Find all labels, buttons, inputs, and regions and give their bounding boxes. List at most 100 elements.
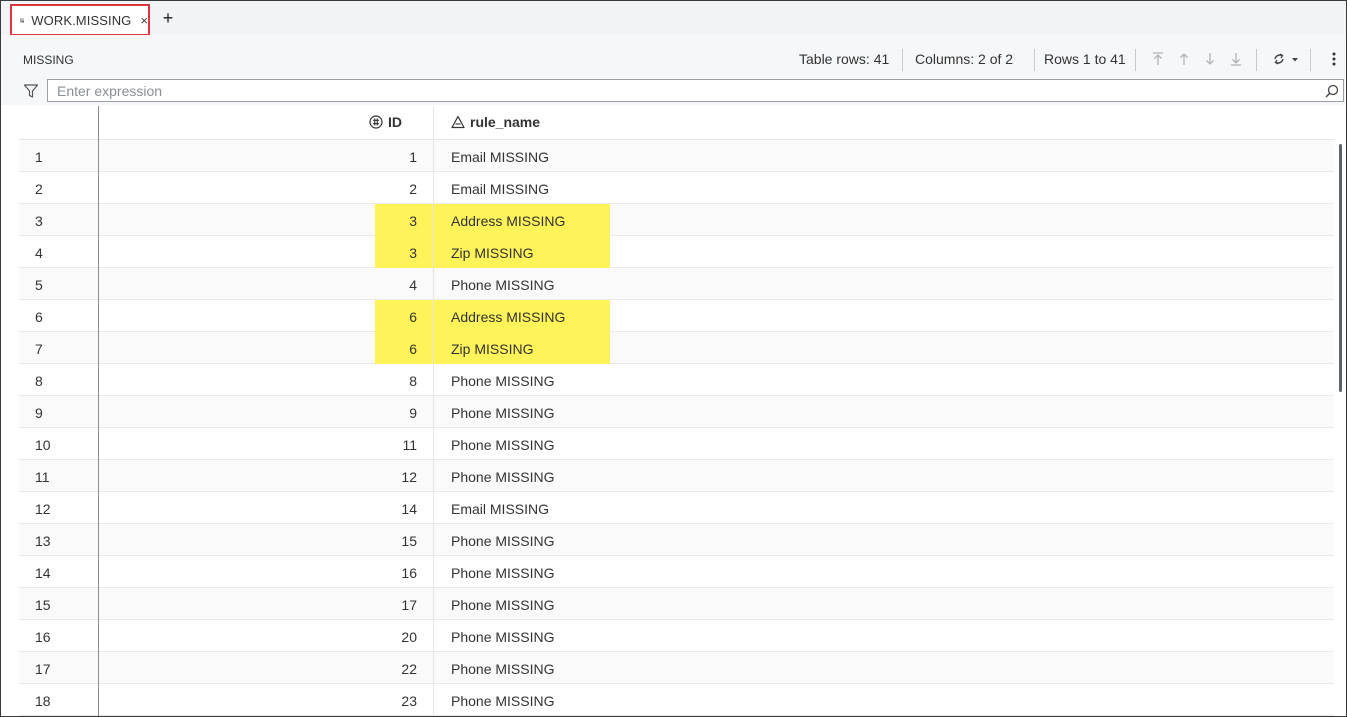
cell-id[interactable]: 9 <box>409 405 417 421</box>
row-number: 9 <box>35 405 43 421</box>
table-row[interactable]: 1 1 Email MISSING <box>19 140 1334 172</box>
cell-rule-name[interactable]: Phone MISSING <box>451 469 555 485</box>
column-header-label: ID <box>388 114 402 130</box>
table-row[interactable]: 3 3 Address MISSING <box>19 204 1334 236</box>
table-row[interactable]: 10 11 Phone MISSING <box>19 428 1334 460</box>
vertical-scrollbar[interactable] <box>1334 140 1346 716</box>
table-row[interactable]: 17 22 Phone MISSING <box>19 652 1334 684</box>
data-viewer-window: WORK.MISSING × + MISSING Table rows: 41 … <box>0 0 1347 717</box>
row-number: 18 <box>35 693 51 709</box>
row-number: 2 <box>35 181 43 197</box>
column-header-id[interactable]: ID <box>369 114 402 130</box>
cell-rule-name[interactable]: Phone MISSING <box>451 373 555 389</box>
toolbar-divider <box>1256 49 1257 71</box>
cell-id[interactable]: 15 <box>401 533 417 549</box>
next-row-icon[interactable] <box>1202 50 1218 68</box>
cell-rule-name[interactable]: Zip MISSING <box>451 245 533 261</box>
cell-id[interactable]: 22 <box>401 661 417 677</box>
data-grid: ID rule_name 1 1 Email MISSING 2 2 Email MISS… <box>19 106 1334 716</box>
cell-rule-name[interactable]: Email MISSING <box>451 149 549 165</box>
expression-input[interactable] <box>47 79 1344 102</box>
table-row[interactable]: 9 9 Phone MISSING <box>19 396 1334 428</box>
table-row[interactable]: 18 23 Phone MISSING <box>19 684 1334 716</box>
cell-id[interactable]: 3 <box>409 245 417 261</box>
character-column-icon <box>451 115 465 129</box>
row-number: 16 <box>35 629 51 645</box>
cell-id[interactable]: 16 <box>401 565 417 581</box>
table-row[interactable]: 15 17 Phone MISSING <box>19 588 1334 620</box>
cell-id[interactable]: 12 <box>401 469 417 485</box>
table-name: MISSING <box>23 53 74 67</box>
cell-rule-name[interactable]: Address MISSING <box>451 309 565 325</box>
row-number: 4 <box>35 245 43 261</box>
cell-rule-name[interactable]: Email MISSING <box>451 501 549 517</box>
cell-id[interactable]: 3 <box>409 213 417 229</box>
cell-rule-name[interactable]: Phone MISSING <box>451 629 555 645</box>
row-number: 13 <box>35 533 51 549</box>
toolbar-divider <box>902 49 903 71</box>
cell-id[interactable]: 2 <box>409 181 417 197</box>
cell-id[interactable]: 1 <box>409 149 417 165</box>
table-row[interactable]: 2 2 Email MISSING <box>19 172 1334 204</box>
first-row-icon[interactable] <box>1150 50 1166 68</box>
table-row[interactable]: 14 16 Phone MISSING <box>19 556 1334 588</box>
cell-rule-name[interactable]: Phone MISSING <box>451 693 555 709</box>
row-number: 12 <box>35 501 51 517</box>
table-row[interactable]: 5 4 Phone MISSING <box>19 268 1334 300</box>
cell-rule-name[interactable]: Phone MISSING <box>451 437 555 453</box>
columns-selector[interactable]: Columns: 2 of 2 <box>915 51 1013 67</box>
row-number: 5 <box>35 277 43 293</box>
table-row[interactable]: 12 14 Email MISSING <box>19 492 1334 524</box>
cell-rule-name[interactable]: Zip MISSING <box>451 341 533 357</box>
row-number: 6 <box>35 309 43 325</box>
previous-row-icon[interactable] <box>1176 50 1192 68</box>
table-row[interactable]: 16 20 Phone MISSING <box>19 620 1334 652</box>
tab-work-missing[interactable]: WORK.MISSING × <box>10 4 150 36</box>
cell-rule-name[interactable]: Phone MISSING <box>451 661 555 677</box>
row-number: 17 <box>35 661 51 677</box>
cell-rule-name[interactable]: Phone MISSING <box>451 565 555 581</box>
cell-id[interactable]: 8 <box>409 373 417 389</box>
row-number: 3 <box>35 213 43 229</box>
column-divider <box>433 106 434 716</box>
cell-rule-name[interactable]: Email MISSING <box>451 181 549 197</box>
cell-id[interactable]: 6 <box>409 341 417 357</box>
rows-range: Rows 1 to 41 <box>1044 51 1126 67</box>
table-row[interactable]: 6 6 Address MISSING <box>19 300 1334 332</box>
more-options-icon[interactable] <box>1326 50 1342 68</box>
refresh-icon[interactable] <box>1271 50 1301 68</box>
cell-id[interactable]: 11 <box>402 437 417 453</box>
cell-rule-name[interactable]: Phone MISSING <box>451 533 555 549</box>
grid-body: 1 1 Email MISSING 2 2 Email MISSING 3 3 Address … <box>19 140 1334 716</box>
row-number: 14 <box>35 565 51 581</box>
cell-rule-name[interactable]: Phone MISSING <box>451 597 555 613</box>
cell-id[interactable]: 6 <box>409 309 417 325</box>
last-row-icon[interactable] <box>1228 50 1244 68</box>
table-row[interactable]: 8 8 Phone MISSING <box>19 364 1334 396</box>
table-row[interactable]: 13 15 Phone MISSING <box>19 524 1334 556</box>
cell-rule-name[interactable]: Address MISSING <box>451 213 565 229</box>
add-tab-button[interactable]: + <box>159 7 177 29</box>
table-rows-count: Table rows: 41 <box>799 51 890 67</box>
cell-id[interactable]: 17 <box>401 597 417 613</box>
cell-id[interactable]: 14 <box>401 501 417 517</box>
cell-id[interactable]: 4 <box>409 277 417 293</box>
scrollbar-thumb[interactable] <box>1339 144 1342 392</box>
table-row[interactable]: 11 12 Phone MISSING <box>19 460 1334 492</box>
row-number: 7 <box>35 341 43 357</box>
table-row[interactable]: 7 6 Zip MISSING <box>19 332 1334 364</box>
column-header-rule-name[interactable]: rule_name <box>451 114 540 130</box>
cell-rule-name[interactable]: Phone MISSING <box>451 277 555 293</box>
close-icon[interactable]: × <box>140 14 148 27</box>
table-row[interactable]: 4 3 Zip MISSING <box>19 236 1334 268</box>
toolbar-divider <box>1310 49 1311 71</box>
row-number-divider <box>98 106 99 716</box>
row-number: 1 <box>35 149 43 165</box>
cell-rule-name[interactable]: Phone MISSING <box>451 405 555 421</box>
cell-id[interactable]: 23 <box>401 693 417 709</box>
cell-id[interactable]: 20 <box>401 629 417 645</box>
search-icon[interactable] <box>1325 84 1339 98</box>
column-header-row: ID rule_name <box>19 106 1334 140</box>
row-number: 10 <box>35 437 51 453</box>
filter-icon[interactable] <box>23 83 39 99</box>
